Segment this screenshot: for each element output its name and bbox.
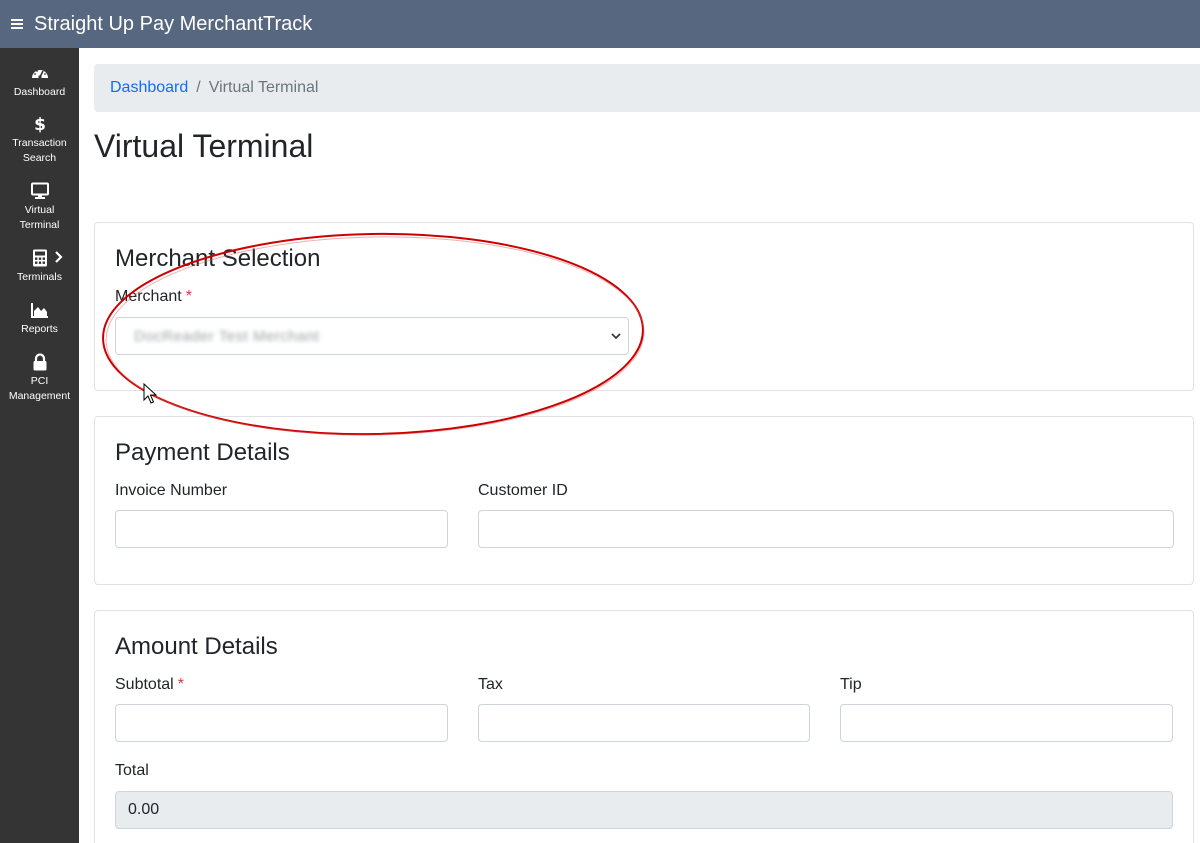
- subtotal-label: Subtotal *: [115, 676, 184, 693]
- svg-text:$: $: [34, 115, 46, 133]
- amount-details-title: Amount Details: [115, 633, 278, 660]
- hamburger-menu-icon[interactable]: [0, 0, 34, 48]
- merchant-selection-card: Merchant Selection Merchant * DocReader T…: [94, 222, 1194, 391]
- app-title[interactable]: Straight Up Pay MerchantTrack: [34, 13, 312, 36]
- invoice-number-label: Invoice Number: [115, 482, 228, 499]
- sidebar-item-label: Reports: [21, 323, 58, 335]
- sidebar-item-label: Dashboard: [13, 86, 66, 98]
- total-label: Total: [115, 762, 149, 779]
- mouse-cursor-icon: [143, 383, 157, 404]
- dollar-icon: $: [34, 115, 46, 133]
- lock-icon: [33, 353, 46, 371]
- breadcrumb-separator: /: [196, 79, 201, 96]
- gauge-icon: [31, 70, 48, 79]
- sidebar-item-transaction-search[interactable]: $ Transaction Search: [0, 115, 79, 166]
- tip-input[interactable]: [840, 704, 1173, 742]
- sidebar-item-dashboard[interactable]: Dashboard: [0, 64, 79, 100]
- calculator-icon: [32, 249, 47, 267]
- required-indicator: *: [177, 676, 184, 693]
- sidebar: Dashboard $ Transaction Search Virtual T…: [0, 48, 79, 843]
- sidebar-item-label: PCI: [30, 375, 49, 387]
- merchant-select[interactable]: DocReader Test Merchant: [115, 317, 629, 355]
- sidebar-item-terminals[interactable]: Terminals: [0, 249, 79, 285]
- merchant-selection-title: Merchant Selection: [115, 245, 321, 272]
- sidebar-item-label: Management: [8, 390, 71, 402]
- customer-id-input[interactable]: [478, 510, 1174, 548]
- chevron-down-icon: [611, 333, 621, 340]
- top-navbar: Straight Up Pay MerchantTrack: [0, 0, 1200, 48]
- chevron-right-icon: [55, 251, 63, 263]
- merchant-label: Merchant *: [115, 288, 192, 305]
- total-field: 0.00: [115, 791, 1173, 829]
- sidebar-item-reports[interactable]: Reports: [0, 301, 79, 337]
- breadcrumb-current: Virtual Terminal: [208, 79, 319, 96]
- breadcrumb: Dashboard / Virtual Terminal: [94, 64, 1200, 112]
- subtotal-input[interactable]: [115, 704, 448, 742]
- tip-label: Tip: [840, 676, 862, 693]
- area-chart-icon: [30, 303, 48, 318]
- tax-label: Tax: [478, 676, 503, 693]
- required-indicator: *: [185, 288, 192, 305]
- sidebar-item-label: Terminals: [17, 271, 62, 283]
- sidebar-item-label: Terminal: [19, 219, 60, 231]
- amount-details-card: Amount Details Subtotal * Tax Tip Total 0…: [94, 610, 1194, 843]
- invoice-number-input[interactable]: [115, 510, 448, 548]
- monitor-icon: [30, 182, 49, 199]
- sidebar-item-pci-management[interactable]: PCI Management: [0, 353, 79, 404]
- tax-input[interactable]: [478, 704, 810, 742]
- sidebar-item-label: Virtual: [24, 204, 55, 216]
- sidebar-item-virtual-terminal[interactable]: Virtual Terminal: [0, 182, 79, 233]
- payment-details-card: Payment Details Invoice Number Customer …: [94, 416, 1194, 585]
- merchant-select-value: DocReader Test Merchant: [134, 327, 320, 345]
- breadcrumb-link-dashboard[interactable]: Dashboard: [110, 79, 188, 97]
- page-title: Virtual Terminal: [94, 128, 314, 164]
- sidebar-item-label: Transaction: [12, 137, 67, 149]
- sidebar-item-label: Search: [22, 152, 57, 164]
- customer-id-label: Customer ID: [478, 482, 568, 499]
- payment-details-title: Payment Details: [115, 439, 290, 466]
